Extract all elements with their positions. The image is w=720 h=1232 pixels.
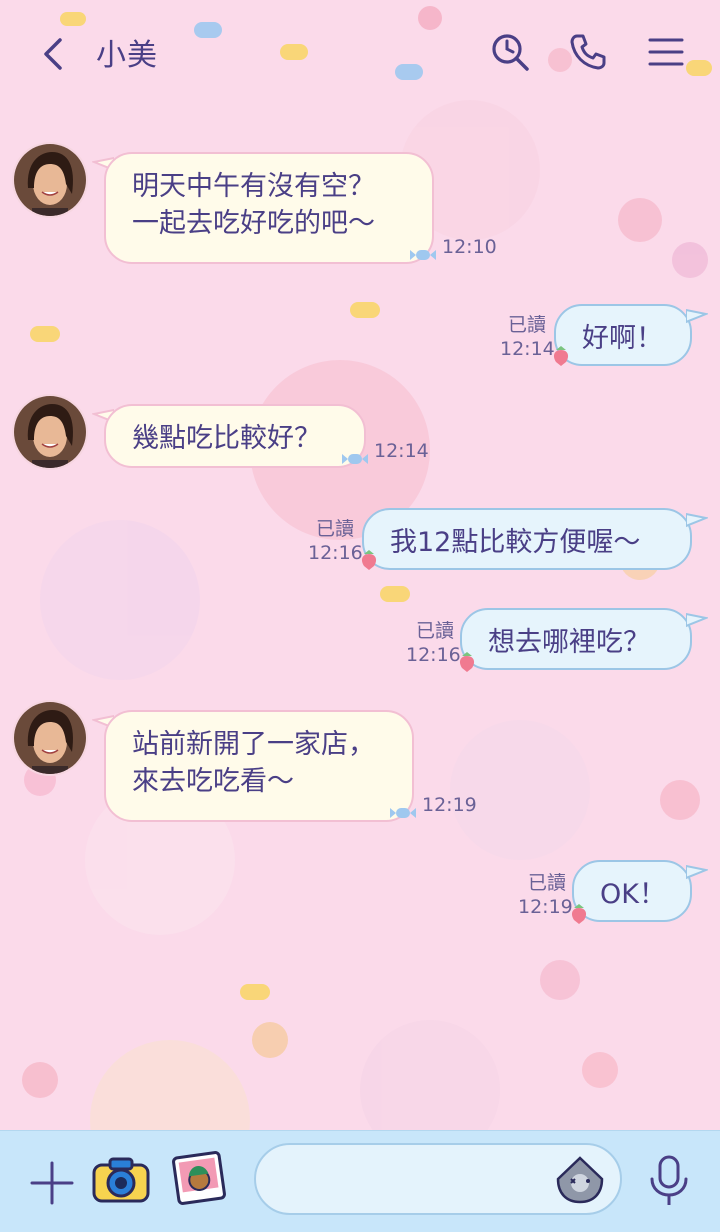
message-bubble[interactable]: OK！ <box>572 860 692 922</box>
message-time: 12:14 <box>500 338 555 360</box>
message-time: 12:16 <box>406 644 461 666</box>
message-time: 12:19 <box>422 794 477 816</box>
read-receipt: 已讀 <box>415 620 454 642</box>
message-bubble[interactable]: 我12點比較方便喔～ <box>362 508 692 570</box>
camera-icon[interactable] <box>92 1155 150 1205</box>
chat-header: 小美 <box>0 0 720 108</box>
search-icon[interactable] <box>488 30 532 74</box>
message-text: 想去哪裡吃？ <box>488 627 650 658</box>
bubble-tail <box>686 308 708 324</box>
candy-icon <box>390 808 416 818</box>
message-time: 12:16 <box>308 542 363 564</box>
strawberry-icon <box>571 904 587 924</box>
message-bubble[interactable]: 好啊！ <box>554 304 692 366</box>
strawberry-icon <box>459 652 475 672</box>
read-receipt: 已讀 <box>507 314 546 336</box>
message-text-line-1: 明天中午有沒有空？ 一起去吃好吃的吧～ <box>132 171 375 239</box>
message-time: 12:10 <box>442 236 497 258</box>
message-bubble[interactable]: 幾點吃比較好？ <box>104 404 366 468</box>
microphone-icon[interactable] <box>646 1155 692 1207</box>
message-text: OK！ <box>600 879 666 910</box>
input-bar <box>0 1130 720 1232</box>
strawberry-icon <box>361 550 377 570</box>
message-input[interactable] <box>254 1143 622 1215</box>
strawberry-icon <box>553 346 569 366</box>
message-time: 12:14 <box>374 440 429 462</box>
message-text: 好啊！ <box>582 323 663 354</box>
message-bubble[interactable]: 明天中午有沒有空？ 一起去吃好吃的吧～ <box>104 152 434 264</box>
candy-icon <box>410 250 436 260</box>
avatar[interactable] <box>12 142 88 218</box>
avatar[interactable] <box>12 394 88 470</box>
bubble-tail <box>686 864 708 880</box>
avatar-photo <box>14 702 86 774</box>
menu-icon[interactable] <box>644 30 688 74</box>
message-bubble[interactable]: 想去哪裡吃？ <box>460 608 692 670</box>
bubble-tail <box>686 512 708 528</box>
candy-icon <box>342 454 368 464</box>
phone-icon[interactable] <box>566 30 610 74</box>
read-receipt: 已讀 <box>527 872 566 894</box>
sticker-icon[interactable] <box>554 1155 606 1205</box>
read-receipt: 已讀 <box>315 518 354 540</box>
chat-screen: 小美 明天中午有沒有空？ 一起去吃好吃的吧～ 12:10 已讀 12:14 好啊… <box>0 0 720 1232</box>
photo-icon[interactable] <box>170 1149 228 1207</box>
bubble-tail <box>686 612 708 628</box>
avatar-photo <box>14 396 86 468</box>
message-bubble[interactable]: 站前新開了一家店， 來去吃吃看～ <box>104 710 414 822</box>
avatar-photo <box>14 144 86 216</box>
message-text: 幾點吃比較好？ <box>132 423 321 454</box>
message-text: 站前新開了一家店， 來去吃吃看～ <box>132 729 375 797</box>
plus-icon[interactable] <box>30 1161 74 1205</box>
message-text: 我12點比較方便喔～ <box>390 527 641 558</box>
back-icon[interactable] <box>34 34 74 74</box>
contact-name[interactable]: 小美 <box>96 30 158 74</box>
avatar[interactable] <box>12 700 88 776</box>
message-time: 12:19 <box>518 896 573 918</box>
